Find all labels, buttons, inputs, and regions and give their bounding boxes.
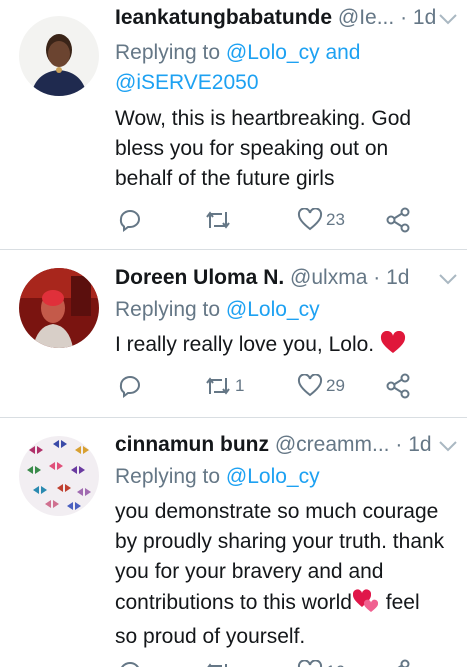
tweet-2[interactable]: Doreen Uloma N. @ulxma · 1d Replying to … [0, 250, 467, 418]
tweet-text-line: Wow, this is heartbreaking. God [115, 107, 412, 130]
retweet-button[interactable] [204, 657, 235, 667]
like-button[interactable]: 23 [297, 205, 345, 235]
red-heart-icon [380, 330, 406, 364]
tweet-text-fragment: contributions to this world [115, 591, 352, 614]
timestamp[interactable]: 1d [386, 266, 409, 289]
display-name[interactable]: Ieankatungbabatunde [115, 6, 332, 29]
two-hearts-icon [352, 587, 380, 622]
separator-dot: · [373, 266, 381, 289]
tweet-header: Ieankatungbabatunde @Ie... · 1d [115, 4, 459, 32]
like-count: 29 [326, 376, 345, 395]
retweet-icon [204, 660, 232, 667]
share-icon [385, 207, 411, 233]
tweet-header: cinnamun bunz @creamm... · 1d [115, 431, 459, 459]
timestamp[interactable]: 1d [408, 433, 431, 456]
tweet-text-line: so proud of yourself. [115, 625, 306, 648]
tweet-actions: 23 [115, 205, 447, 235]
share-button[interactable] [385, 371, 411, 401]
share-button[interactable] [385, 205, 411, 235]
tweet-text-line: by proudly sharing your truth. thank [115, 530, 445, 553]
reply-icon [118, 374, 142, 398]
handle[interactable]: @creamm... [275, 433, 390, 456]
avatar[interactable] [19, 268, 99, 348]
chevron-down-icon[interactable] [437, 435, 459, 457]
display-name[interactable]: cinnamun bunz [115, 433, 269, 456]
tweet-text: Wow, this is heartbreaking. God bless yo… [115, 104, 453, 194]
replying-to: Replying to @Lolo_cy and @iSERVE2050 [115, 38, 459, 98]
mention-joiner: and [325, 41, 361, 64]
tweet-text-line: bless you for speaking out on [115, 137, 389, 160]
tweet-text-line: you demonstrate so much courage [115, 500, 439, 523]
like-button[interactable]: 16 [297, 657, 345, 667]
tweet-text-line: behalf of the future girls [115, 167, 335, 190]
heart-icon [297, 374, 323, 398]
heart-icon [297, 208, 323, 232]
reply-icon [118, 660, 142, 667]
tweet-text: you demonstrate so much courage by proud… [115, 497, 453, 652]
replying-to-label: Replying to [115, 465, 221, 488]
tweet-text-line: contributions to this world feel [115, 587, 453, 622]
share-icon [385, 373, 411, 399]
tweet-header: Doreen Uloma N. @ulxma · 1d [115, 264, 459, 292]
mention-link[interactable]: @Lolo_cy [226, 41, 320, 64]
replying-to-label: Replying to [115, 298, 221, 321]
chevron-down-icon[interactable] [437, 8, 459, 30]
handle[interactable]: @Ie... [338, 6, 394, 29]
tweet-text-line: I really really love you, Lolo. [115, 333, 375, 356]
share-icon [385, 659, 411, 667]
like-count: 23 [326, 210, 345, 229]
reply-button[interactable] [118, 371, 145, 401]
tweet-text-line: you for your bravery and and [115, 560, 384, 583]
separator-dot: · [395, 433, 403, 456]
replying-to-label: Replying to [115, 41, 221, 64]
tweet-actions: 16 [115, 657, 447, 667]
tweet-3[interactable]: cinnamun bunz @creamm... · 1d Replying t… [0, 418, 467, 667]
heart-icon [297, 660, 323, 667]
chevron-down-icon[interactable] [437, 268, 459, 290]
avatar[interactable] [19, 16, 99, 96]
avatar[interactable] [19, 436, 99, 516]
share-button[interactable] [385, 657, 411, 667]
tweet-text: I really really love you, Lolo. [115, 330, 453, 364]
reply-button[interactable] [118, 657, 145, 667]
reply-icon [118, 208, 142, 232]
tweet-1[interactable]: Ieankatungbabatunde @Ie... · 1d Replying… [0, 0, 467, 250]
like-button[interactable]: 29 [297, 371, 345, 401]
handle[interactable]: @ulxma [290, 266, 367, 289]
reply-button[interactable] [118, 205, 145, 235]
retweet-icon [204, 208, 232, 232]
mention-link[interactable]: @Lolo_cy [226, 298, 320, 321]
retweet-count: 1 [235, 376, 245, 395]
display-name[interactable]: Doreen Uloma N. [115, 266, 284, 289]
replying-to: Replying to @Lolo_cy [115, 462, 459, 492]
tweet-actions: 1 29 [115, 371, 447, 401]
mention-link[interactable]: @Lolo_cy [226, 465, 320, 488]
replying-to: Replying to @Lolo_cy [115, 295, 459, 325]
timestamp[interactable]: 1d [413, 6, 436, 29]
retweet-button[interactable]: 1 [204, 371, 244, 401]
retweet-button[interactable] [204, 205, 235, 235]
mention-link[interactable]: @iSERVE2050 [115, 71, 259, 94]
separator-dot: · [400, 6, 408, 29]
like-count: 16 [326, 662, 345, 667]
retweet-icon [204, 374, 232, 398]
tweet-text-fragment: feel [385, 591, 420, 614]
